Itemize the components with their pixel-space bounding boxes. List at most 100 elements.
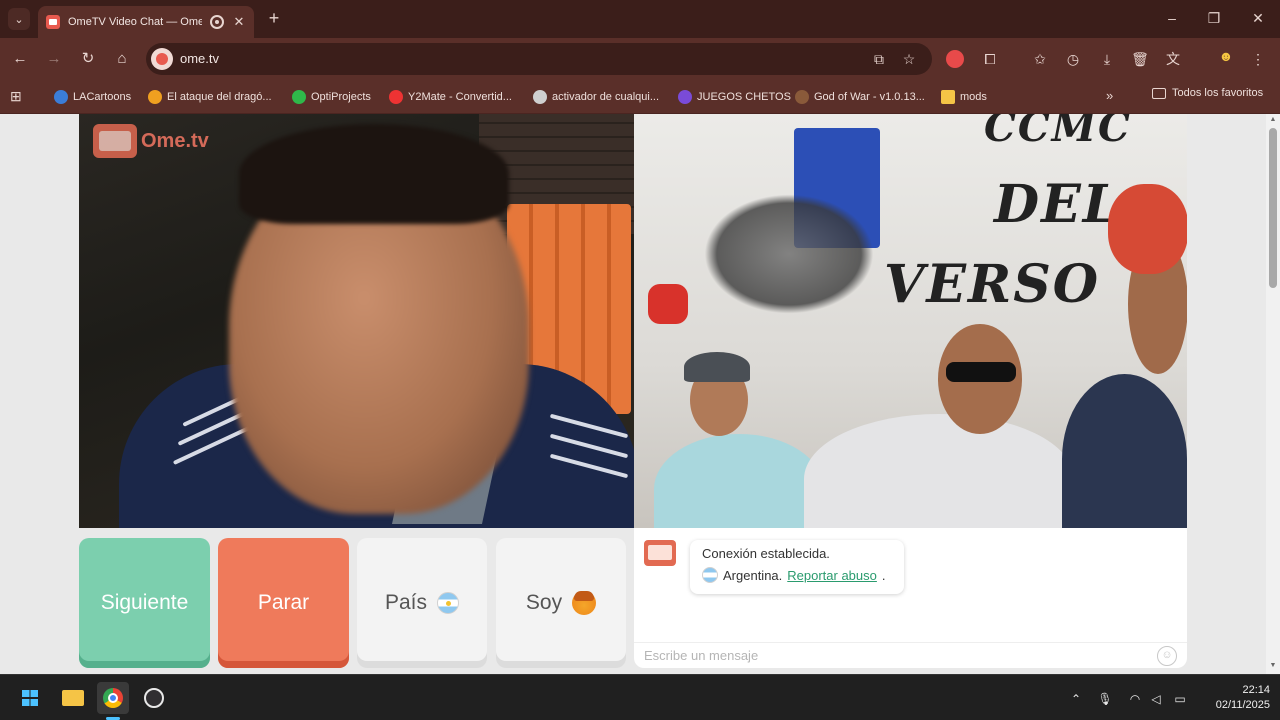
translate-icon[interactable]: 文 — [1163, 49, 1183, 69]
folder-icon — [62, 690, 84, 706]
bookmark-label: activador de cualqui... — [552, 91, 660, 103]
tv-logo-icon — [93, 124, 137, 158]
bookmark-favicon-icon — [795, 90, 809, 104]
windows-taskbar: ⌃ 🎙 ◠ ◁ ▭ 22:14 02/11/2025 — [0, 674, 1280, 720]
chrome-icon — [103, 688, 123, 708]
message-input[interactable]: Escribe un mensaje — [634, 642, 1187, 668]
bookmark-label: God of War - v1.0.13... — [814, 91, 925, 103]
minimize-icon[interactable]: – — [1160, 8, 1184, 28]
connection-status: Conexión establecida. — [702, 546, 830, 561]
clock-date: 02/11/2025 — [1215, 699, 1270, 711]
next-button[interactable]: Siguiente — [79, 538, 210, 668]
install-app-icon[interactable]: ⧉ — [870, 50, 888, 68]
bookmark-item[interactable]: activador de cualqui... — [533, 87, 659, 107]
bookmark-favicon-icon — [292, 90, 306, 104]
windows-logo-icon — [22, 690, 38, 706]
emoji-picker-icon[interactable]: ☺ — [1157, 646, 1177, 666]
person-hair — [239, 124, 509, 224]
sunglasses — [946, 362, 1016, 382]
scroll-thumb[interactable] — [1269, 128, 1277, 288]
bookmark-item[interactable]: LACartoons — [54, 87, 131, 107]
delete-data-icon[interactable]: 🗑 — [1130, 49, 1150, 69]
bookmark-label: El ataque del dragó... — [167, 91, 272, 103]
start-button[interactable] — [14, 682, 46, 714]
bookmark-favicon-icon — [54, 90, 68, 104]
bookmark-item[interactable]: OptiProjects — [292, 87, 371, 107]
clock-time: 22:14 — [1242, 684, 1270, 696]
bookmark-label: OptiProjects — [311, 91, 371, 103]
scroll-down-icon[interactable]: ▼ — [1269, 662, 1277, 670]
more-bookmarks-button[interactable]: » — [1106, 88, 1113, 103]
gender-label: Soy — [525, 591, 563, 614]
grey-cap — [684, 352, 750, 382]
page-viewport: Ome.tv CCMC DEL VERSO Siguiente Parar Pa… — [0, 114, 1280, 674]
system-clock[interactable]: 22:14 02/11/2025 — [1216, 683, 1270, 713]
new-tab-button[interactable]: + — [264, 8, 284, 28]
wifi-icon[interactable]: ◠ — [1127, 691, 1143, 707]
history-icon[interactable]: ◷ — [1063, 49, 1083, 69]
bookmark-label: LACartoons — [73, 91, 132, 103]
argentina-flag-icon — [437, 592, 460, 614]
microphone-icon[interactable]: 🎙 — [1097, 691, 1113, 707]
bookmark-item[interactable]: JUEGOS CHETOS — [678, 87, 791, 107]
extensions-puzzle-icon[interactable]: ⧠ — [980, 49, 1000, 69]
ometv-tv-icon — [644, 540, 676, 566]
menu-dots-icon[interactable]: ⋮ — [1248, 49, 1268, 69]
profile-avatar-icon[interactable]: ☻ — [1216, 48, 1236, 68]
bookmark-item[interactable]: mods — [941, 87, 987, 107]
message-placeholder: Escribe un mensaje — [644, 648, 759, 663]
bookmark-label: Y2Mate - Convertid... — [408, 91, 512, 103]
logo-text: Ome.tv — [141, 129, 209, 152]
bookmark-favicon-icon — [148, 90, 162, 104]
bookmark-favicon-icon — [533, 90, 547, 104]
file-explorer-button[interactable] — [56, 682, 88, 714]
restore-icon[interactable]: ❐ — [1202, 8, 1226, 28]
site-info-icon[interactable] — [151, 48, 173, 70]
bookmark-item[interactable]: Y2Mate - Convertid... — [389, 87, 512, 107]
reload-icon[interactable]: ↻ — [78, 49, 98, 69]
bookmark-favicon-icon — [941, 90, 955, 104]
country-button[interactable]: País — [357, 538, 487, 668]
volume-icon[interactable]: ◁ — [1148, 691, 1164, 707]
apps-grid-icon[interactable]: ⊞ — [10, 87, 28, 105]
bookmark-favicon-icon — [389, 90, 403, 104]
bookmark-item[interactable]: El ataque del dragó... — [148, 87, 272, 107]
tab-close-icon[interactable]: ✕ — [232, 14, 246, 30]
all-bookmarks-label: Todos los favoritos — [1172, 87, 1264, 99]
url-text[interactable]: ome.tv — [180, 51, 219, 66]
gender-button[interactable]: Soy — [496, 538, 626, 668]
bookmark-label: JUEGOS CHETOS — [697, 91, 791, 103]
tab-strip: ⌄ OmeTV Video Chat — Ome ✕ + – ❐ ✕ — [0, 0, 1280, 38]
obs-taskbar-button[interactable] — [138, 682, 170, 714]
home-icon[interactable]: ⌂ — [112, 49, 132, 69]
report-abuse-link[interactable]: Reportar abuso — [787, 568, 877, 583]
close-window-icon[interactable]: ✕ — [1246, 8, 1270, 28]
report-suffix: . — [881, 567, 886, 583]
chrome-taskbar-button[interactable] — [97, 682, 129, 714]
recording-indicator-icon — [210, 15, 224, 29]
favorites-icon[interactable]: ✩ — [1030, 49, 1050, 69]
bookmark-item[interactable]: God of War - v1.0.13... — [795, 87, 925, 107]
argentina-flag-icon — [702, 567, 718, 583]
red-graffiti — [648, 284, 688, 324]
tab-title: OmeTV Video Chat — Ome — [68, 16, 202, 28]
bookmark-star-icon[interactable]: ☆ — [900, 50, 918, 68]
tab-search-chevron-icon[interactable]: ⌄ — [8, 8, 30, 30]
person-center-hoodie — [804, 414, 1074, 528]
ad-blocker-extension-icon[interactable] — [946, 50, 964, 68]
graffiti-bottom: VERSO — [884, 254, 1101, 315]
downloads-icon[interactable]: ⤓ — [1097, 49, 1117, 69]
chat-panel: Conexión establecida. Argentina. Reporta… — [634, 528, 1187, 668]
battery-icon[interactable]: ▭ — [1172, 691, 1188, 707]
back-arrow-icon[interactable]: ← — [10, 49, 30, 69]
page-scrollbar[interactable]: ▲ ▼ — [1266, 114, 1280, 674]
show-hidden-icons-chevron-icon[interactable]: ⌃ — [1068, 691, 1084, 707]
forward-arrow-icon[interactable]: → — [44, 49, 64, 69]
scroll-up-icon[interactable]: ▲ — [1269, 116, 1277, 124]
stop-button[interactable]: Parar — [218, 538, 349, 668]
address-bar[interactable]: ome.tv ⧉ ☆ — [146, 43, 932, 75]
tab-ometv[interactable]: OmeTV Video Chat — Ome ✕ — [38, 6, 254, 38]
bookmark-favicon-icon — [678, 90, 692, 104]
all-bookmarks-button[interactable]: Todos los favoritos — [1152, 87, 1263, 99]
person-emoji-icon — [572, 591, 597, 615]
